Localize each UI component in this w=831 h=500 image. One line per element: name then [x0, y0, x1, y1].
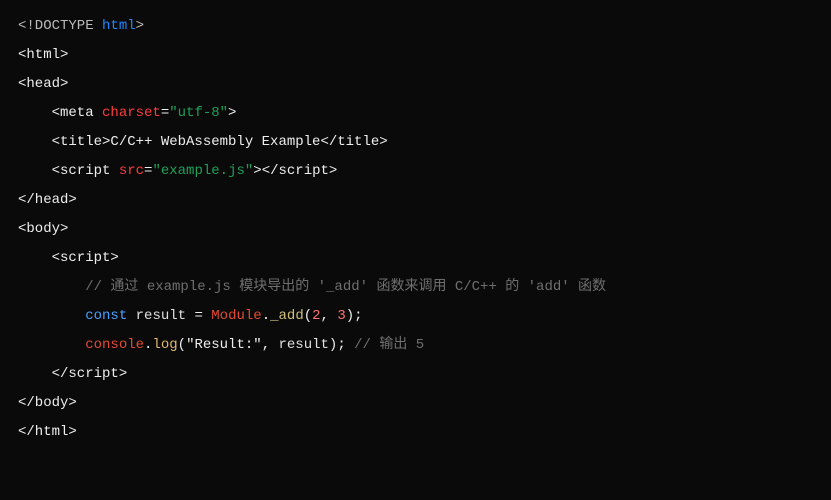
code-token: <html>	[18, 47, 68, 63]
code-line: </html>	[18, 418, 813, 447]
code-token: =	[161, 105, 169, 121]
code-token: <!DOCTYPE	[18, 18, 102, 34]
code-token: // 通过 example.js 模块导出的 '_add' 函数来调用 C/C+…	[18, 279, 606, 295]
code-line: <script>	[18, 244, 813, 273]
code-token: "utf-8"	[169, 105, 228, 121]
code-line: const result = Module._add(2, 3);	[18, 302, 813, 331]
code-line: <script src="example.js"></script>	[18, 157, 813, 186]
code-line: <body>	[18, 215, 813, 244]
code-token: >	[253, 163, 261, 179]
code-token: </head>	[18, 192, 77, 208]
code-line: </head>	[18, 186, 813, 215]
code-block: <!DOCTYPE html><html><head> <meta charse…	[18, 12, 813, 447]
code-token: >	[136, 18, 144, 34]
code-token	[127, 308, 135, 324]
code-line: <head>	[18, 70, 813, 99]
code-token: (	[304, 308, 312, 324]
code-token	[18, 337, 85, 353]
code-token: );	[346, 308, 363, 324]
code-token: result	[279, 337, 329, 353]
code-token: <script>	[18, 250, 119, 266]
code-token: <body>	[18, 221, 68, 237]
code-token: <meta	[18, 105, 102, 121]
code-token: Module	[211, 308, 261, 324]
code-line: <meta charset="utf-8">	[18, 99, 813, 128]
code-line: </script>	[18, 360, 813, 389]
code-token: >	[228, 105, 236, 121]
code-editor[interactable]: <!DOCTYPE html><html><head> <meta charse…	[0, 0, 831, 500]
code-token: </script>	[262, 163, 338, 179]
code-token: <head>	[18, 76, 68, 92]
code-token: html	[102, 18, 136, 34]
code-line: console.log("Result:", result); // 输出 5	[18, 331, 813, 360]
code-token: <script	[18, 163, 119, 179]
code-token	[18, 308, 85, 324]
code-line: <!DOCTYPE html>	[18, 12, 813, 41]
code-token: </script>	[18, 366, 127, 382]
code-token: console	[85, 337, 144, 353]
code-token: charset	[102, 105, 161, 121]
code-token: </html>	[18, 424, 77, 440]
code-token: =	[186, 308, 211, 324]
code-token: </body>	[18, 395, 77, 411]
code-line: </body>	[18, 389, 813, 418]
code-token: "example.js"	[152, 163, 253, 179]
code-line: // 通过 example.js 模块导出的 '_add' 函数来调用 C/C+…	[18, 273, 813, 302]
code-line: <title>C/C++ WebAssembly Example</title>	[18, 128, 813, 157]
code-token: <title>C/C++ WebAssembly Example</title>	[18, 134, 388, 150]
code-token: // 输出 5	[354, 337, 424, 353]
code-token: result	[136, 308, 186, 324]
code-token: 2	[312, 308, 320, 324]
code-token: );	[329, 337, 354, 353]
code-token: ,	[321, 308, 338, 324]
code-token: src	[119, 163, 144, 179]
code-token: _add	[270, 308, 304, 324]
code-token: log	[152, 337, 177, 353]
code-token: ,	[262, 337, 279, 353]
code-line: <html>	[18, 41, 813, 70]
code-token: 3	[337, 308, 345, 324]
code-token: "Result:"	[186, 337, 262, 353]
code-token: (	[178, 337, 186, 353]
code-token: .	[262, 308, 270, 324]
code-token: const	[85, 308, 127, 324]
